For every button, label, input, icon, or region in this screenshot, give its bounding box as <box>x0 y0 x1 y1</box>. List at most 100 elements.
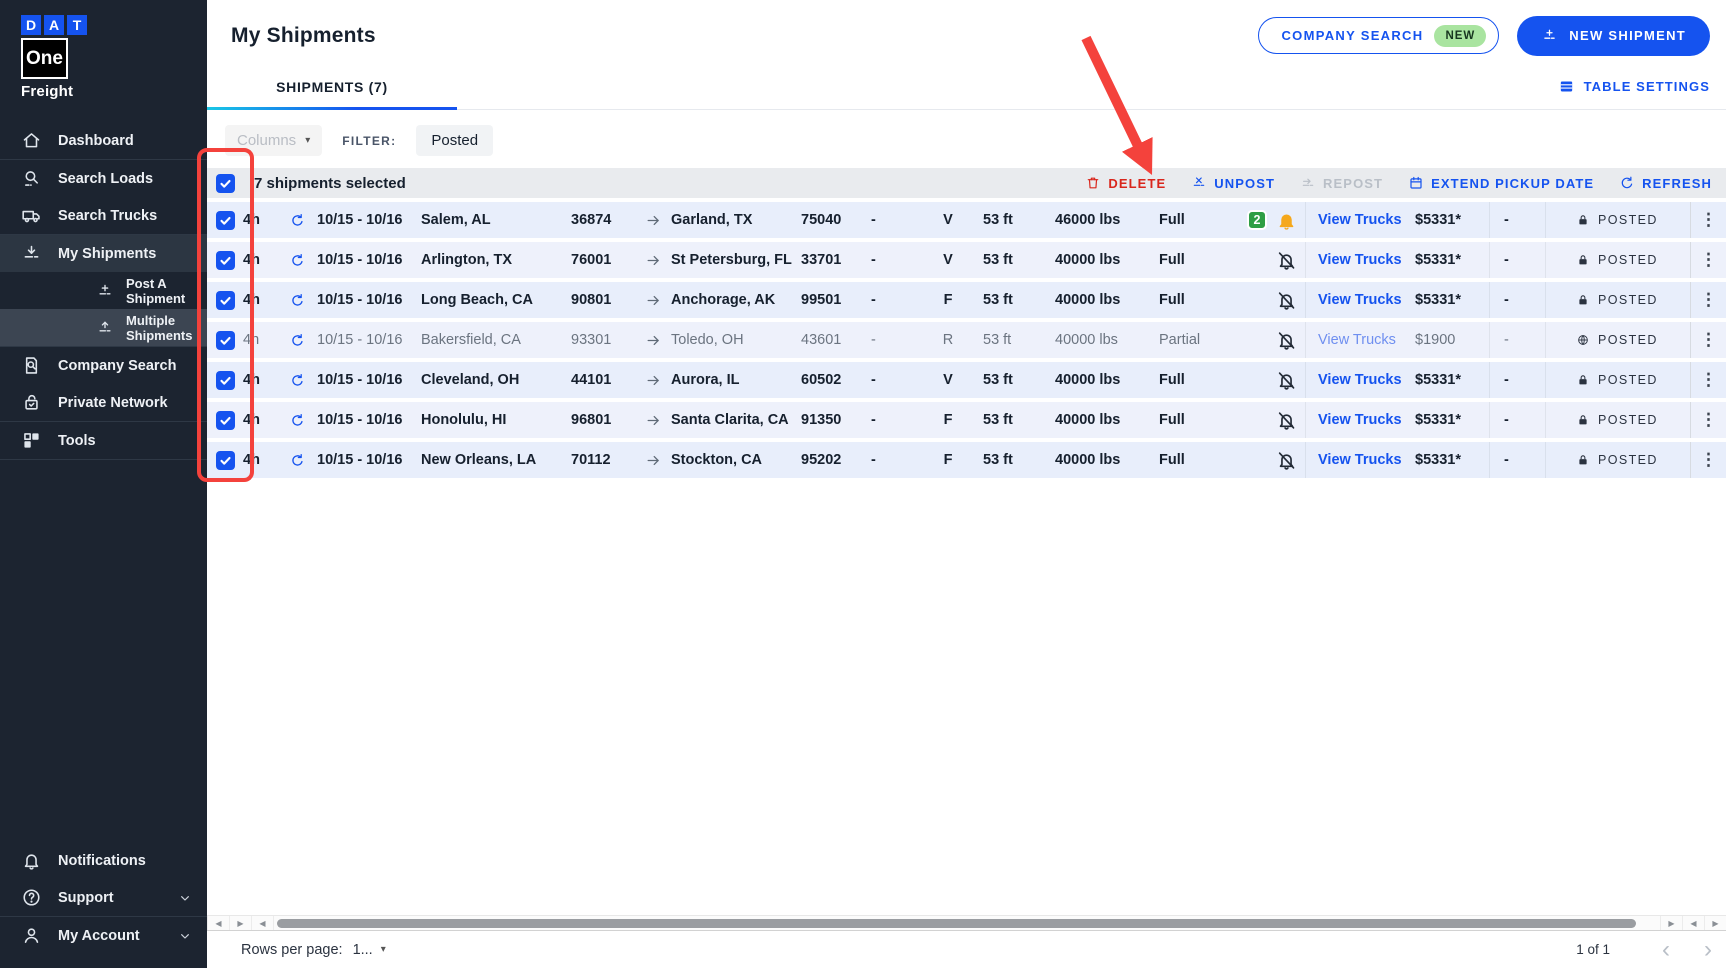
scroll-left-icon[interactable]: ◀ <box>251 916 273 930</box>
columns-button[interactable]: Columns ▾ <box>225 125 322 156</box>
refresh-icon[interactable] <box>277 332 317 349</box>
destination-zip: 95202 <box>801 452 871 468</box>
bell-active-icon[interactable] <box>1267 210 1305 231</box>
scroll-right-icon[interactable]: ▶ <box>229 916 251 930</box>
view-trucks-link[interactable]: View Trucks <box>1305 362 1413 398</box>
kebab-menu-icon[interactable]: ⋮ <box>1690 362 1726 398</box>
doc-search-icon <box>21 355 42 376</box>
selection-bar: 7 shipments selected DELETE UNPOST REPOS… <box>207 168 1726 198</box>
sidebar-item-post-a-shipment[interactable]: Post A Shipment <box>0 272 207 309</box>
view-trucks-link[interactable]: View Trucks <box>1305 282 1413 318</box>
sidebar-item-notifications[interactable]: Notifications <box>0 842 207 879</box>
repost-icon <box>1300 175 1316 191</box>
bell-muted-icon[interactable] <box>1267 330 1305 351</box>
sidebar-item-my-account[interactable]: My Account <box>0 917 207 954</box>
filter-row: Columns ▾ FILTER: Posted <box>207 110 1726 158</box>
sidebar-item-tools[interactable]: Tools <box>0 422 207 459</box>
refresh-button[interactable]: REFRESH <box>1619 175 1712 191</box>
refresh-icon[interactable] <box>277 372 317 389</box>
scrollbar-thumb[interactable] <box>277 919 1636 928</box>
table-settings-button[interactable]: TABLE SETTINGS <box>1558 78 1710 109</box>
age-cell: 4h <box>243 412 277 428</box>
load-type-cell: Full <box>1159 292 1237 308</box>
selection-count-text: 7 shipments selected <box>254 175 406 192</box>
extend-pickup-date-button[interactable]: EXTEND PICKUP DATE <box>1408 175 1594 191</box>
length-cell: 53 ft <box>983 412 1055 428</box>
row-checkbox[interactable] <box>216 211 235 230</box>
refresh-icon[interactable] <box>277 452 317 469</box>
kebab-menu-icon[interactable]: ⋮ <box>1690 322 1726 358</box>
row-checkbox[interactable] <box>216 291 235 310</box>
destination-city: St Petersburg, FL <box>671 252 801 268</box>
rate-cell: $5331* <box>1413 372 1489 388</box>
row-checkbox[interactable] <box>216 331 235 350</box>
filter-value-chip[interactable]: Posted <box>416 125 493 156</box>
select-all-checkbox[interactable] <box>216 174 235 193</box>
rows-per-page-select[interactable]: 1... ▾ <box>353 942 386 958</box>
age-cell: 4h <box>243 212 277 228</box>
sidebar-item-search-trucks[interactable]: Search Trucks <box>0 197 207 234</box>
sidebar-item-label: Private Network <box>58 395 168 411</box>
unpost-button[interactable]: UNPOST <box>1191 175 1275 191</box>
row-checkbox[interactable] <box>216 251 235 270</box>
lock-icon <box>1576 373 1590 387</box>
kebab-menu-icon[interactable]: ⋮ <box>1690 202 1726 238</box>
sidebar-item-search-loads[interactable]: Search Loads <box>0 160 207 197</box>
kebab-menu-icon[interactable]: ⋮ <box>1690 442 1726 478</box>
tabs-row: SHIPMENTS (7) TABLE SETTINGS <box>207 56 1726 110</box>
scrollbar-track[interactable] <box>273 916 1660 930</box>
sidebar-item-private-network[interactable]: Private Network <box>0 384 207 421</box>
length-cell: 53 ft <box>983 252 1055 268</box>
weight-cell: 40000 lbs <box>1055 292 1159 308</box>
equipment-cell: F <box>913 412 983 428</box>
bell-muted-icon[interactable] <box>1267 410 1305 431</box>
refresh-icon[interactable] <box>277 292 317 309</box>
refresh-icon[interactable] <box>277 412 317 429</box>
lock-icon <box>1576 293 1590 307</box>
dat-logo: D A T <box>21 15 207 35</box>
bell-muted-icon[interactable] <box>1267 370 1305 391</box>
bell-muted-icon[interactable] <box>1267 450 1305 471</box>
scroll-right-icon[interactable]: ▶ <box>1704 916 1726 930</box>
scroll-left-icon[interactable]: ◀ <box>207 916 229 930</box>
lock-icon <box>1576 413 1590 427</box>
next-page-button[interactable]: › <box>1704 938 1712 962</box>
selection-actions: DELETE UNPOST REPOST EXTEND PICKUP DATE … <box>1085 175 1712 191</box>
view-trucks-link[interactable]: View Trucks <box>1305 442 1413 478</box>
tab-shipments[interactable]: SHIPMENTS (7) <box>207 79 457 109</box>
origin-zip: 90801 <box>571 292 635 308</box>
dash-cell: - <box>1489 442 1545 478</box>
previous-page-button[interactable]: ‹ <box>1662 938 1670 962</box>
status-badge: POSTED <box>1598 253 1658 267</box>
kebab-menu-icon[interactable]: ⋮ <box>1690 402 1726 438</box>
logo-letter: T <box>67 15 87 35</box>
truck-icon <box>21 205 42 226</box>
sidebar-item-dashboard[interactable]: Dashboard <box>0 122 207 159</box>
kebab-menu-icon[interactable]: ⋮ <box>1690 242 1726 278</box>
scroll-right-icon[interactable]: ▶ <box>1660 916 1682 930</box>
bell-muted-icon[interactable] <box>1267 250 1305 271</box>
sidebar-item-multiple-shipments[interactable]: Multiple Shipments <box>0 309 207 346</box>
sidebar-item-company-search[interactable]: Company Search <box>0 347 207 384</box>
view-trucks-link[interactable]: View Trucks <box>1305 242 1413 278</box>
row-checkbox[interactable] <box>216 411 235 430</box>
view-trucks-link[interactable]: View Trucks <box>1305 322 1413 358</box>
scroll-left-icon[interactable]: ◀ <box>1682 916 1704 930</box>
view-trucks-link[interactable]: View Trucks <box>1305 402 1413 438</box>
destination-city: Aurora, IL <box>671 372 801 388</box>
refresh-icon[interactable] <box>277 212 317 229</box>
delete-button[interactable]: DELETE <box>1085 175 1166 191</box>
sidebar-item-support[interactable]: Support <box>0 879 207 916</box>
globe-icon <box>1576 333 1590 347</box>
row-checkbox[interactable] <box>216 451 235 470</box>
company-search-button[interactable]: COMPANY SEARCH NEW <box>1258 17 1499 54</box>
row-checkbox[interactable] <box>216 371 235 390</box>
view-trucks-link[interactable]: View Trucks <box>1305 202 1413 238</box>
bell-muted-icon[interactable] <box>1267 290 1305 311</box>
repost-button: REPOST <box>1300 175 1383 191</box>
calendar-icon <box>1408 175 1424 191</box>
refresh-icon[interactable] <box>277 252 317 269</box>
kebab-menu-icon[interactable]: ⋮ <box>1690 282 1726 318</box>
new-shipment-button[interactable]: NEW SHIPMENT <box>1517 16 1710 56</box>
sidebar-item-my-shipments[interactable]: My Shipments <box>0 235 207 272</box>
